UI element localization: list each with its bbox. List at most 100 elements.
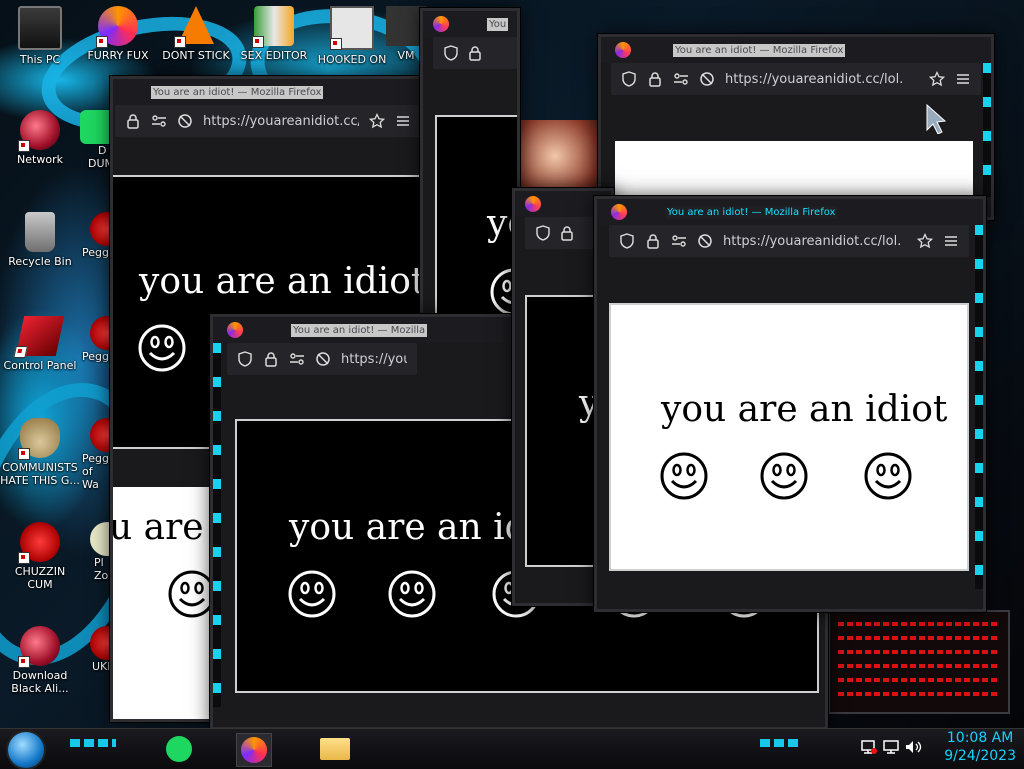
permissions-icon[interactable] (671, 233, 687, 249)
lock-icon[interactable] (125, 113, 141, 129)
tracking-icon[interactable] (315, 351, 331, 367)
url-bar[interactable]: https://youareanidiot.cc/lol. (723, 234, 907, 249)
desktop-icon-spotify[interactable]: D DUM (80, 110, 112, 170)
menu-icon[interactable] (395, 113, 411, 129)
star-icon[interactable] (929, 71, 945, 87)
firefox-icon (96, 6, 138, 48)
desktop-icon-communists[interactable]: COMMUNISTS HATE THIS G... (0, 418, 80, 487)
menu-icon[interactable] (955, 71, 971, 87)
taskbar-decoration (70, 739, 116, 747)
desktop-icon-furry-fux[interactable]: FURRY FUX (80, 6, 156, 62)
tracking-icon[interactable] (699, 71, 715, 87)
desktop-icon-peggle[interactable]: Pegg (80, 212, 112, 259)
firefox-icon (433, 16, 449, 32)
desktop-icon-label: Pegg (82, 452, 109, 465)
system-clock[interactable]: 10:08 AM 9/24/2023 (944, 729, 1016, 765)
smiley-icon (864, 452, 912, 500)
shield-icon[interactable] (619, 233, 635, 249)
idiot-message: you are an idiot (661, 389, 948, 430)
window-title: You are an idiot! — Mozilla (291, 323, 428, 337)
volume-icon[interactable] (904, 739, 922, 755)
url-bar[interactable]: https://youareanidiot.cc/lol. (203, 114, 359, 129)
ukp-icon (90, 626, 112, 660)
window-title: You are an idiot! — Mozilla Firefox (151, 85, 324, 99)
permissions-icon[interactable] (673, 71, 689, 87)
desktop: This PC FURRY FUX DONT STICK SEX EDITOR … (0, 0, 1024, 728)
lock-icon[interactable] (645, 233, 661, 249)
plants-icon (90, 522, 112, 556)
pc-icon (18, 6, 62, 50)
desktop-icon-peggle-3[interactable]: Pegg of Wa (80, 418, 112, 491)
maze-icon (330, 6, 374, 50)
navigation-toolbar: https://you (227, 343, 417, 375)
desktop-icon-peggle-2[interactable]: Pegg (80, 316, 112, 363)
desktop-icon-label: Recycle Bin (8, 255, 72, 268)
network-icon[interactable] (860, 739, 878, 755)
desktop-icon-label: Zo (94, 569, 109, 582)
window-titlebar[interactable]: You are an idiot! — Mozilla Firefox (113, 79, 431, 105)
desktop-icon-ukp[interactable]: UKP (80, 626, 112, 673)
taskbar-decoration (760, 739, 800, 747)
lock-icon[interactable] (263, 351, 279, 367)
taskbar-file-explorer[interactable] (318, 733, 352, 765)
desktop-icon-recycle-bin[interactable]: Recycle Bin (2, 212, 78, 268)
window-title: You are an idiot! — Mozilla Firefox (673, 43, 846, 57)
start-button[interactable] (8, 732, 44, 768)
navigation-toolbar: https://youareanidiot.cc/lol. (115, 105, 421, 137)
url-bar[interactable]: https://youareanidiot.cc/lol. (725, 72, 919, 87)
taskbar-firefox[interactable] (236, 733, 272, 767)
hxd-icon (252, 6, 294, 48)
wallpaper-panel (828, 610, 1010, 714)
shield-icon[interactable] (535, 225, 551, 241)
page-content[interactable] (615, 141, 973, 201)
shield-icon[interactable] (443, 45, 459, 61)
money-bag-icon (18, 418, 60, 460)
shield-icon[interactable] (621, 71, 637, 87)
window-titlebar[interactable]: You are an idiot! — Mozilla Firefox (601, 37, 991, 63)
window-titlebar[interactable]: You (423, 11, 517, 37)
desktop-icon-label: VM (397, 49, 415, 62)
lock-icon[interactable] (559, 225, 575, 241)
desktop-icon-label: Pegg (82, 350, 109, 363)
page-content[interactable]: you are an idiot (609, 303, 969, 571)
desktop-icon-this-pc[interactable]: This PC (2, 6, 78, 66)
peggle-icon (90, 212, 112, 246)
taskbar-spotify[interactable] (162, 733, 196, 765)
peggle-icon (90, 316, 112, 350)
download-icon (18, 626, 60, 668)
smiley-icon (760, 452, 808, 500)
permissions-icon[interactable] (151, 113, 167, 129)
window-titlebar[interactable]: You are an idiot! — Mozilla Firefox (597, 199, 983, 225)
firefox-window-active[interactable]: You are an idiot! — Mozilla Firefox http… (594, 196, 986, 612)
desktop-icon-download[interactable]: Download Black Ali... (2, 626, 78, 695)
spotify-icon (166, 736, 192, 762)
url-bar[interactable]: https://you (341, 352, 407, 367)
file-explorer-icon (320, 738, 350, 760)
window-title: You are an idiot! — Mozilla Firefox (665, 205, 838, 219)
navigation-toolbar (433, 37, 517, 69)
desktop-icon-network[interactable]: Network (2, 110, 78, 166)
shield-icon[interactable] (237, 351, 253, 367)
desktop-icon-dont-stick[interactable]: DONT STICK (158, 6, 234, 62)
desktop-icon-plants[interactable]: Pl Zo (80, 522, 112, 582)
permissions-icon[interactable] (289, 351, 305, 367)
window-title: You (487, 17, 509, 31)
smiley-icon (388, 570, 436, 618)
display-icon[interactable] (882, 739, 900, 755)
desktop-icon-label: UKP (92, 660, 112, 673)
desktop-icon-chuzzin[interactable]: CHUZZIN CUM (2, 522, 78, 591)
lock-icon[interactable] (467, 45, 483, 61)
clock-date: 9/24/2023 (944, 748, 1016, 764)
desktop-icon-label: of Wa (82, 465, 99, 491)
star-icon[interactable] (917, 233, 933, 249)
tracking-icon[interactable] (177, 113, 193, 129)
lock-icon[interactable] (647, 71, 663, 87)
desktop-icon-control-panel[interactable]: Control Panel (2, 316, 78, 372)
chuzzle-icon (18, 522, 60, 564)
taskbar: 10:08 AM 9/24/2023 (0, 728, 1024, 769)
desktop-icon-hooked-on[interactable]: HOOKED ON (314, 6, 390, 66)
star-icon[interactable] (369, 113, 385, 129)
desktop-icon-sex-editor[interactable]: SEX EDITOR (236, 6, 312, 62)
menu-icon[interactable] (943, 233, 959, 249)
tracking-icon[interactable] (697, 233, 713, 249)
